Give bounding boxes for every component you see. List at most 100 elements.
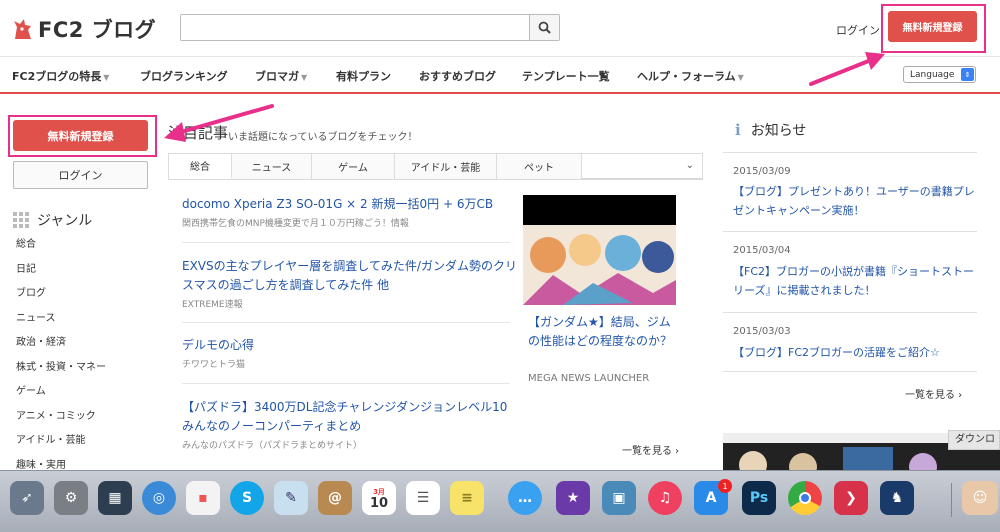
kindle-icon[interactable]: ❯	[834, 481, 868, 515]
reminders-icon[interactable]: ☰	[406, 481, 440, 515]
genre-item[interactable]: 日記	[16, 263, 106, 288]
article-source: チワワとトラ猫	[182, 360, 246, 370]
highlight-box-sidebar-register	[8, 115, 157, 157]
article-item[interactable]: デルモの心得 チワワとトラ猫	[182, 336, 517, 370]
anime-illustration-icon	[523, 195, 676, 305]
music-icon[interactable]: ♫	[648, 481, 682, 515]
imovie-icon[interactable]: ★	[556, 481, 590, 515]
system-preferences-icon[interactable]: ⚙	[54, 481, 88, 515]
tab-pet[interactable]: ペット	[497, 154, 582, 179]
tab-general[interactable]: 総合	[169, 154, 232, 179]
notice-title: お知らせ	[750, 123, 807, 139]
genre-item[interactable]: 株式・投資・マネー	[16, 361, 106, 386]
language-select[interactable]: Language ⇕	[903, 66, 976, 83]
safari-icon[interactable]: ◎	[142, 481, 176, 515]
tab-idol[interactable]: アイドル・芸能	[395, 154, 497, 179]
header-login-link[interactable]: ログイン	[836, 22, 880, 38]
contacts-icon[interactable]: @	[318, 481, 352, 515]
genre-item[interactable]: ゲーム	[16, 385, 106, 410]
search-input[interactable]	[181, 15, 529, 40]
nav-item-ranking[interactable]: ブログランキング	[140, 68, 228, 84]
genre-item[interactable]: アニメ・コミック	[16, 410, 106, 435]
article-title[interactable]: デルモの心得	[182, 336, 517, 355]
calendar-icon[interactable]: 3月 10	[362, 481, 396, 515]
annotation-arrow-left-icon	[164, 104, 274, 142]
article-item[interactable]: 【パズドラ】3400万DL記念チャレンジダンジョンレベル10みんなのノーコンパー…	[182, 398, 517, 451]
genre-item[interactable]: 総合	[16, 238, 106, 263]
preview-icon[interactable]: ✎	[274, 481, 308, 515]
nav-item-help[interactable]: ヘルプ・フォーラム ▼	[637, 68, 744, 84]
chess-icon[interactable]: ♞	[880, 481, 914, 515]
chrome-icon[interactable]	[788, 481, 822, 515]
search-button[interactable]	[529, 15, 559, 40]
article-source: 関西携帯乞食のMNP機種変更で月１０万円稼ごう！情報	[182, 219, 409, 229]
divider	[723, 371, 977, 372]
tab-game[interactable]: ゲーム	[312, 154, 395, 179]
article-title[interactable]: EXVSの主なプレイヤー層を調査してみた件/ガンダム勢のクリスマスの過ごし方を調…	[182, 257, 517, 295]
divider	[723, 152, 977, 153]
notice-date: 2015/03/09	[733, 166, 791, 177]
tab-news[interactable]: ニュース	[232, 154, 312, 179]
genre-item[interactable]: 政治・経済	[16, 336, 106, 361]
logo-text: FC2 ブログ	[38, 18, 157, 42]
highlight-box-header-register	[881, 4, 986, 53]
calendar-day: 10	[369, 496, 389, 511]
article-item[interactable]: docomo Xperia Z3 SO-01G × 2 新規一括0円 + 6万C…	[182, 195, 517, 229]
genre-list: 総合 日記 ブログ ニュース 政治・経済 株式・投資・マネー ゲーム アニメ・コ…	[16, 238, 106, 483]
photoshop-icon[interactable]: Ps	[742, 481, 776, 515]
notice-link[interactable]: 【FC2】ブロガーの小説が書籍『ショートストーリーズ』に掲載されました！	[733, 262, 978, 300]
notes-icon[interactable]: ≡	[450, 481, 484, 515]
nav-item-blomaga[interactable]: ブロマガ ▼	[255, 68, 307, 84]
language-label: Language	[910, 69, 955, 80]
unicorn-logo-icon	[14, 19, 31, 39]
iphoto-icon[interactable]: ▣	[602, 481, 636, 515]
nav-item-paid-plan[interactable]: 有料プラン	[336, 68, 391, 84]
divider	[723, 312, 977, 313]
more-articles-link[interactable]: 一覧を見る ›	[622, 442, 679, 457]
genre-item[interactable]: ブログ	[16, 287, 106, 312]
select-arrows-icon: ⇕	[961, 68, 974, 81]
genre-header: ジャンル	[13, 210, 92, 230]
mission-control-icon[interactable]: ▦	[98, 481, 132, 515]
browser-page: FC2 ブログ ログイン 無料新規登録 FC2ブログの特長 ▼ ブログランキング …	[0, 0, 1000, 532]
notice-link[interactable]: 【ブログ】プレゼントあり！ユーザーの書籍プレゼントキャンペーン実施！	[733, 182, 978, 220]
skype-icon[interactable]: S	[230, 481, 264, 515]
launchpad-icon[interactable]: ➶	[10, 481, 44, 515]
info-icon: i	[735, 121, 741, 139]
download-tooltip: ダウンロ	[948, 430, 1000, 450]
feature-image[interactable]	[523, 195, 676, 305]
chevron-down-icon[interactable]: ⌄	[686, 160, 694, 171]
grid-icon	[13, 212, 29, 228]
genre-item[interactable]: アイドル・芸能	[16, 434, 106, 459]
divider	[723, 231, 977, 232]
notice-date: 2015/03/04	[733, 245, 791, 256]
divider	[182, 322, 510, 323]
apps-grid-icon[interactable]: ▪	[186, 481, 220, 515]
article-title[interactable]: docomo Xperia Z3 SO-01G × 2 新規一括0円 + 6万C…	[182, 195, 517, 214]
nav-item-features[interactable]: FC2ブログの特長 ▼	[12, 68, 109, 84]
search-box	[180, 14, 560, 41]
more-notices-link[interactable]: 一覧を見る ›	[905, 386, 962, 401]
article-source: みんなのパズドラ（パズドラまとめサイト）	[182, 441, 363, 451]
genre-item[interactable]: ニュース	[16, 312, 106, 337]
genre-title: ジャンル	[37, 213, 93, 229]
article-source: EXTREME速報	[182, 300, 243, 310]
app-store-badge: 1	[718, 479, 732, 493]
dock-separator	[951, 483, 952, 517]
article-item[interactable]: EXVSの主なプレイヤー層を調査してみた件/ガンダム勢のクリスマスの過ごし方を調…	[182, 257, 517, 310]
notice-header: i お知らせ	[735, 120, 806, 140]
feature-title[interactable]: 【ガンダム★】結局、ジムの性能はどの程度なのか？	[528, 313, 678, 351]
article-title[interactable]: 【パズドラ】3400万DL記念チャレンジダンジョンレベル10みんなのノーコンパー…	[182, 398, 517, 436]
sidebar-login-button[interactable]: ログイン	[13, 161, 148, 189]
divider	[182, 383, 510, 384]
nav-item-recommended[interactable]: おすすめブログ	[419, 68, 496, 84]
notice-link[interactable]: 【ブログ】FC2ブロガーの活躍をご紹介☆	[733, 343, 978, 362]
annotation-arrow-right-icon	[809, 52, 885, 86]
feature-source: MEGA NEWS LAUNCHER	[528, 373, 650, 384]
divider	[182, 242, 510, 243]
nav-item-templates[interactable]: テンプレート一覧	[522, 68, 610, 84]
fc2-blog-logo[interactable]: FC2 ブログ	[12, 14, 156, 44]
messages-icon[interactable]: …	[508, 481, 542, 515]
photoshop-label: Ps	[749, 490, 769, 506]
user-photo-icon[interactable]: ☺	[962, 481, 998, 515]
